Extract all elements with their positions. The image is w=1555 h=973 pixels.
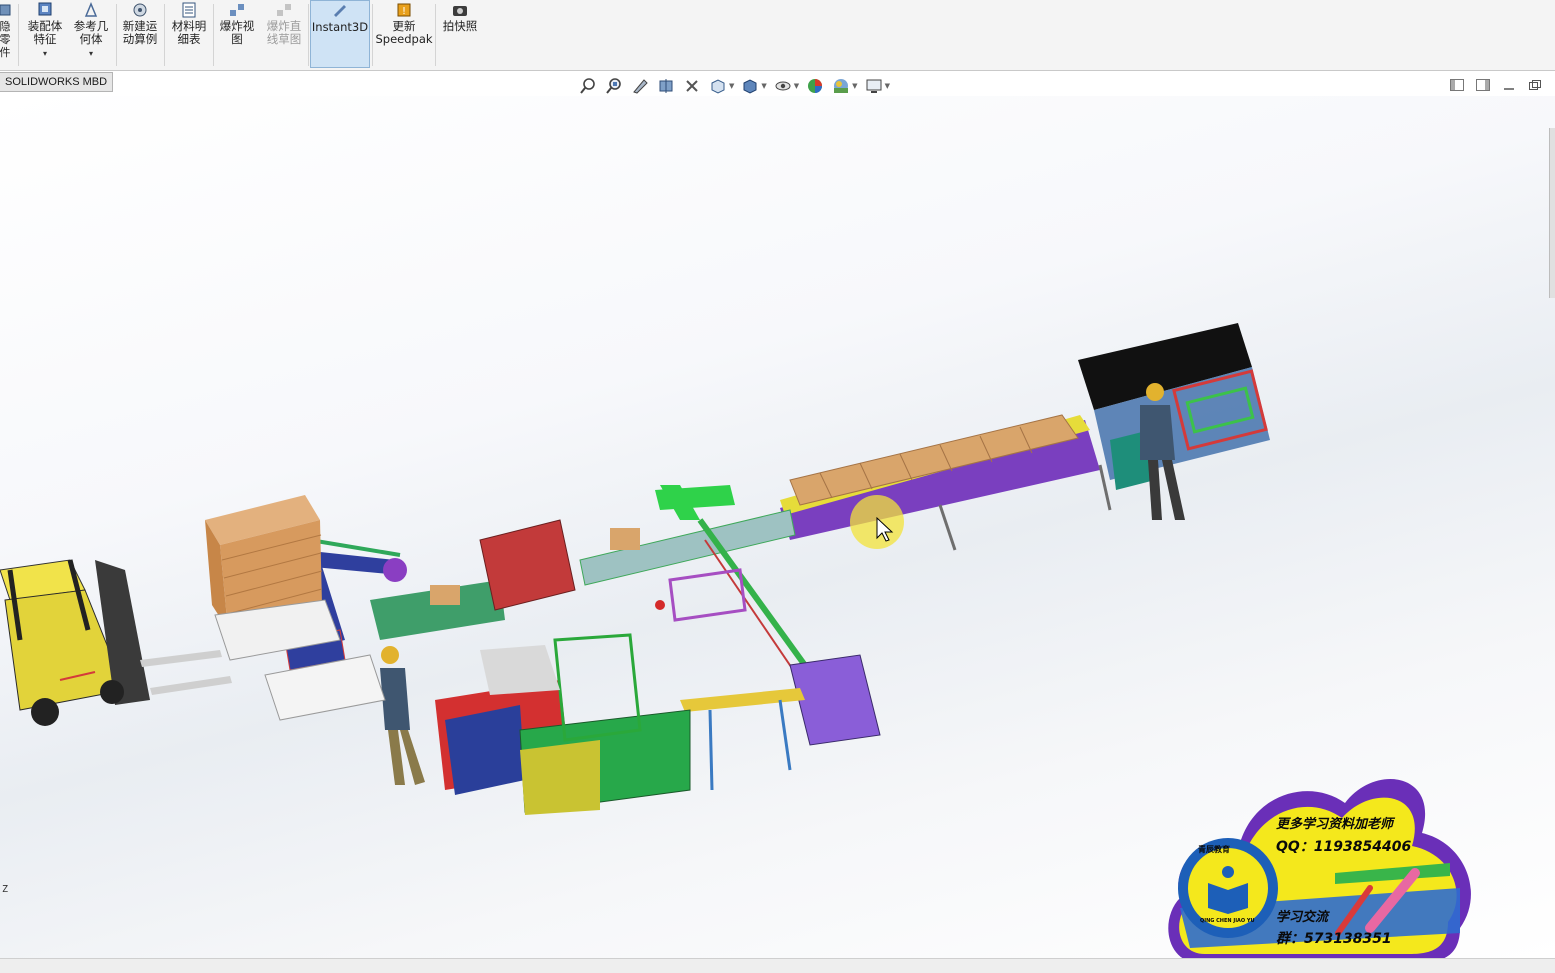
hide-components-icon [0,4,11,16]
take-snapshot-icon [453,6,467,16]
ribbon-separator [372,4,373,66]
panel-right-icon[interactable] [1475,78,1491,92]
main-conveyor [780,414,1112,551]
dropdown-caret-icon[interactable]: ▼ [794,82,799,90]
display-style-icon[interactable] [740,76,760,96]
worker-figure [380,646,425,785]
watermark-seal-pinyin: QING CHEN JIAO YU [1200,918,1255,924]
panel-left-icon[interactable] [1449,78,1465,92]
status-bar [0,958,1555,973]
dropdown-caret-icon[interactable]: ▼ [729,82,734,90]
zoom-to-area-icon[interactable] [604,76,624,96]
view-orientation-icon[interactable] [708,76,728,96]
apply-scene-icon[interactable] [831,76,851,96]
update-speedpak-icon: ! [397,3,411,17]
instant3d-button[interactable]: Instant3D [310,0,370,68]
bottle-machine [435,633,691,815]
reference-triad-label: Z [2,884,9,895]
ribbon-separator [213,4,214,66]
dropdown-caret-icon[interactable]: ▼ [761,82,766,90]
forklift [0,559,232,726]
reference-geometry-icon [84,2,98,17]
watermark-badge: 更多学习资料加老师 QQ：1193854406 学习交流 群：573138351… [1160,758,1480,968]
exploded-view-icon [230,4,244,16]
tab-solidworks-mbd[interactable]: SOLIDWORKS MBD [0,72,114,92]
reference-geometry-button[interactable]: 参考几 何体 ▾ [70,0,112,68]
exploded-view-button[interactable]: 爆炸视 图 [216,0,258,68]
watermark-group: 群：573138351 [1276,931,1392,947]
dropdown-caret-icon[interactable]: ▼ [852,82,857,90]
ribbon-separator [164,4,165,66]
viewport-window-controls [1449,78,1543,92]
dropdown-caret-icon[interactable]: ▼ [885,82,890,90]
new-motion-study-button[interactable]: 新建运 动算例 [119,0,161,68]
bill-of-materials-button[interactable]: 材料明 细表 [168,0,210,68]
ribbon-separator [18,4,19,66]
command-manager-ribbon: 隐 零 件 装配体 特征 ▾ 参考几 何体 ▾ 新建运 动算例 材料明 细表 爆… [0,0,1555,71]
assembly-features-button[interactable]: 装配体 特征 ▾ [24,0,66,68]
section-view-icon[interactable] [656,76,676,96]
explode-line-sketch-button[interactable]: 爆炸直 线草图 [262,0,306,68]
edit-appearance-icon[interactable] [805,76,825,96]
new-motion-study-icon [133,3,147,17]
watermark-text-line1: 更多学习资料加老师 [1276,817,1394,832]
filling-machine [680,654,881,791]
heads-up-view-toolbar: ▼ ▼ ▼ ▼ ▼ [578,76,896,96]
watermark-qq: QQ：1193854406 [1276,839,1412,855]
take-snapshot-button[interactable]: 拍快照 [438,0,482,68]
case-packer-machine [1078,323,1270,490]
minimize-icon[interactable] [1501,78,1517,92]
svg-text:!: ! [402,6,406,17]
watermark-exchange: 学习交流 [1276,910,1329,925]
restore-icon[interactable] [1527,78,1543,92]
ribbon-separator [308,4,309,66]
previous-view-icon[interactable] [630,76,650,96]
view-settings-icon[interactable] [864,76,884,96]
hide-components-button[interactable]: 隐 零 件 [0,0,16,68]
explode-line-sketch-icon [277,4,291,16]
dynamic-annotation-icon[interactable] [682,76,702,96]
ribbon-separator [435,4,436,66]
middle-conveyor [370,485,833,702]
hide-show-items-icon[interactable] [773,76,793,96]
dropdown-caret-icon[interactable]: ▾ [89,47,93,60]
pallet-stack [205,495,386,721]
update-speedpak-button[interactable]: ! 更新 Speedpak [375,0,433,68]
instant3d-icon [334,5,346,17]
right-task-pane-strip[interactable] [1549,128,1555,298]
zoom-to-fit-icon[interactable] [578,76,598,96]
watermark-seal-text: 青辰教育 [1198,845,1230,854]
dropdown-caret-icon[interactable]: ▾ [43,47,47,60]
bill-of-materials-icon [182,2,196,18]
ribbon-separator [116,4,117,66]
assembly-features-icon [38,2,52,16]
